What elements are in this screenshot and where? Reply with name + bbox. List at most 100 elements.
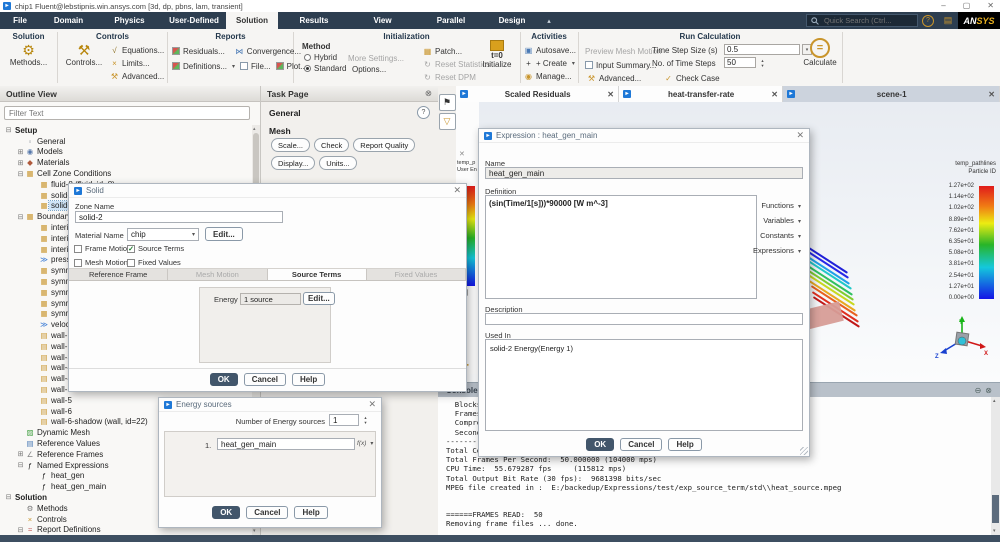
documentation-icon[interactable]: ▤: [938, 12, 958, 29]
close-icon[interactable]: ✕: [771, 90, 778, 99]
tree-expander-icon[interactable]: ⊞: [16, 148, 25, 156]
help-button[interactable]: Help: [291, 373, 326, 386]
tree-expander-icon[interactable]: ⊟: [16, 461, 25, 469]
cancel-button[interactable]: Cancel: [243, 373, 286, 386]
tree-expander-icon[interactable]: ⊟: [16, 526, 25, 534]
source-value-input[interactable]: [217, 438, 355, 450]
units-button[interactable]: Units...: [319, 156, 357, 170]
graphics-tab-heat-transfer-rate[interactable]: ▸ heat-transfer-rate ✕: [619, 86, 783, 102]
options-button[interactable]: Options...: [352, 65, 386, 74]
equations-button[interactable]: √ Equations...: [110, 44, 164, 56]
scale-button[interactable]: Scale...: [271, 138, 311, 152]
tree-item-cell-zone-conditions[interactable]: ⊟ ▦ Cell Zone Conditions: [0, 168, 252, 179]
menu-tab-view[interactable]: View: [350, 12, 415, 29]
report-quality-button[interactable]: Report Quality: [353, 138, 416, 152]
sliver-close-icon[interactable]: ✕: [459, 150, 465, 158]
energy-count-spinner[interactable]: ▴ ▾: [361, 415, 370, 425]
energy-count-input[interactable]: [329, 414, 359, 426]
ok-button[interactable]: OK: [209, 373, 238, 386]
advanced-button[interactable]: ⚒ Advanced...: [587, 72, 641, 84]
close-icon[interactable]: ✕: [988, 90, 995, 99]
controls-button[interactable]: ⚒ Controls...: [60, 42, 108, 67]
check-button[interactable]: Check: [314, 138, 350, 152]
resize-grip[interactable]: [800, 447, 808, 455]
advanced-button[interactable]: ⚒ Advanced...: [110, 70, 164, 82]
description-input[interactable]: [485, 313, 803, 325]
tree-expander-icon[interactable]: ⊞: [16, 159, 25, 167]
menu-tab-domain[interactable]: Domain: [40, 12, 97, 29]
console-close-icon[interactable]: ⊗: [985, 386, 992, 395]
help-button[interactable]: Help: [294, 506, 328, 519]
expressions-menu[interactable]: Expressions ▾: [753, 246, 801, 255]
ribbon-collapse-caret-icon[interactable]: ▴: [537, 12, 561, 29]
variables-menu[interactable]: Variables ▾: [753, 216, 801, 225]
cancel-button[interactable]: Cancel: [246, 506, 289, 519]
graphics-tab-scaled-residuals[interactable]: ▸ Scaled Residuals ✕: [456, 86, 619, 102]
definition-editor[interactable]: (sin(Time/1[s]))*90000 [W m^-3]: [485, 195, 757, 299]
constants-menu[interactable]: Constants ▾: [753, 231, 801, 240]
solid-tab-reference-frame[interactable]: Reference Frame: [69, 269, 169, 280]
menu-tab-solution[interactable]: Solution: [226, 12, 278, 29]
autosave-button[interactable]: ▣ Autosave...: [524, 44, 576, 56]
energy-sources-titlebar[interactable]: ▸ Energy sources ✕: [159, 398, 381, 412]
tree-expander-icon[interactable]: ⊟: [16, 170, 25, 178]
close-icon[interactable]: ✕: [453, 185, 461, 196]
filter-text-input[interactable]: [4, 106, 250, 120]
help-icon[interactable]: ?: [918, 12, 938, 29]
tree-item-setup[interactable]: ⊟ Setup: [0, 125, 252, 136]
console-menu-icon[interactable]: ⊖: [975, 386, 982, 395]
panel-close-icon[interactable]: ⊗: [425, 88, 432, 99]
tree-expander-icon[interactable]: ⊞: [16, 450, 25, 458]
help-button[interactable]: Help: [668, 438, 702, 451]
console-scrollbar[interactable]: ▴ ▾: [991, 397, 1000, 535]
tree-item-materials[interactable]: ⊞ ◆ Materials: [0, 157, 252, 168]
ok-button[interactable]: OK: [586, 438, 615, 451]
frame-motion-checkbox[interactable]: Frame Motion: [74, 244, 131, 253]
graphics-tab-scene-1[interactable]: ▸ scene-1 ✕: [783, 86, 1000, 102]
hybrid-radio[interactable]: Hybrid: [304, 53, 337, 62]
mesh-motion-checkbox[interactable]: Mesh Motion: [74, 258, 128, 267]
num-time-steps-input[interactable]: [724, 57, 756, 68]
close-icon[interactable]: ✕: [607, 90, 614, 99]
menu-tab-parallel[interactable]: Parallel: [415, 12, 487, 29]
tree-expander-icon[interactable]: ⊟: [4, 493, 13, 501]
time-step-size-input[interactable]: [724, 44, 800, 55]
quick-search[interactable]: [806, 14, 918, 27]
filter-funnel-tool-button[interactable]: ▽: [438, 113, 456, 130]
zone-name-input[interactable]: [75, 211, 283, 223]
help-circle-icon[interactable]: ?: [417, 106, 430, 119]
definitions-button[interactable]: Definitions... ▾: [172, 60, 235, 72]
material-edit-button[interactable]: Edit...: [205, 227, 243, 241]
close-icon[interactable]: ✕: [796, 130, 804, 141]
create-button[interactable]: + + Create ▾: [524, 57, 576, 69]
menu-tab-file[interactable]: File: [0, 12, 40, 29]
source-terms-checkbox[interactable]: ✓ Source Terms: [127, 244, 184, 253]
ok-button[interactable]: OK: [212, 506, 241, 519]
functions-menu[interactable]: Functions ▾: [753, 201, 801, 210]
residuals-button[interactable]: Residuals...: [172, 45, 225, 57]
solid-tab-source-terms[interactable]: Source Terms: [267, 269, 367, 280]
source-type-dropdown[interactable]: f(x) ▾: [357, 440, 373, 447]
close-button[interactable]: ✕: [987, 1, 994, 10]
material-select[interactable]: chip ▾: [127, 228, 199, 241]
check-case-button[interactable]: ✓ Check Case: [664, 72, 719, 84]
display-button[interactable]: Display...: [271, 156, 316, 170]
cancel-button[interactable]: Cancel: [620, 438, 663, 451]
manage-button[interactable]: ◉ Manage...: [524, 70, 576, 82]
energy-edit-button[interactable]: Edit...: [303, 292, 335, 305]
convergence-button[interactable]: ⋈ Convergence...: [235, 45, 301, 57]
initialize-button[interactable]: t=0 Initialize: [477, 40, 517, 69]
input-summary-button[interactable]: Input Summary...: [585, 59, 656, 71]
calculate-button[interactable]: = Calculate: [800, 38, 840, 67]
tree-item-models[interactable]: ⊞ ◉ Models: [0, 147, 252, 158]
menu-tab-results[interactable]: Results: [278, 12, 350, 29]
methods-button[interactable]: ⚙ Methods...: [0, 42, 57, 67]
expression-name-input[interactable]: [485, 167, 803, 179]
file-button[interactable]: File...: [240, 60, 271, 72]
limits-button[interactable]: × Limits...: [110, 57, 164, 69]
maximize-button[interactable]: ▢: [963, 1, 971, 10]
menu-tab-design[interactable]: Design: [487, 12, 537, 29]
menu-tab-physics[interactable]: Physics: [97, 12, 162, 29]
menu-tab-user-defined[interactable]: User-Defined: [162, 12, 226, 29]
minimize-button[interactable]: –: [941, 1, 945, 10]
